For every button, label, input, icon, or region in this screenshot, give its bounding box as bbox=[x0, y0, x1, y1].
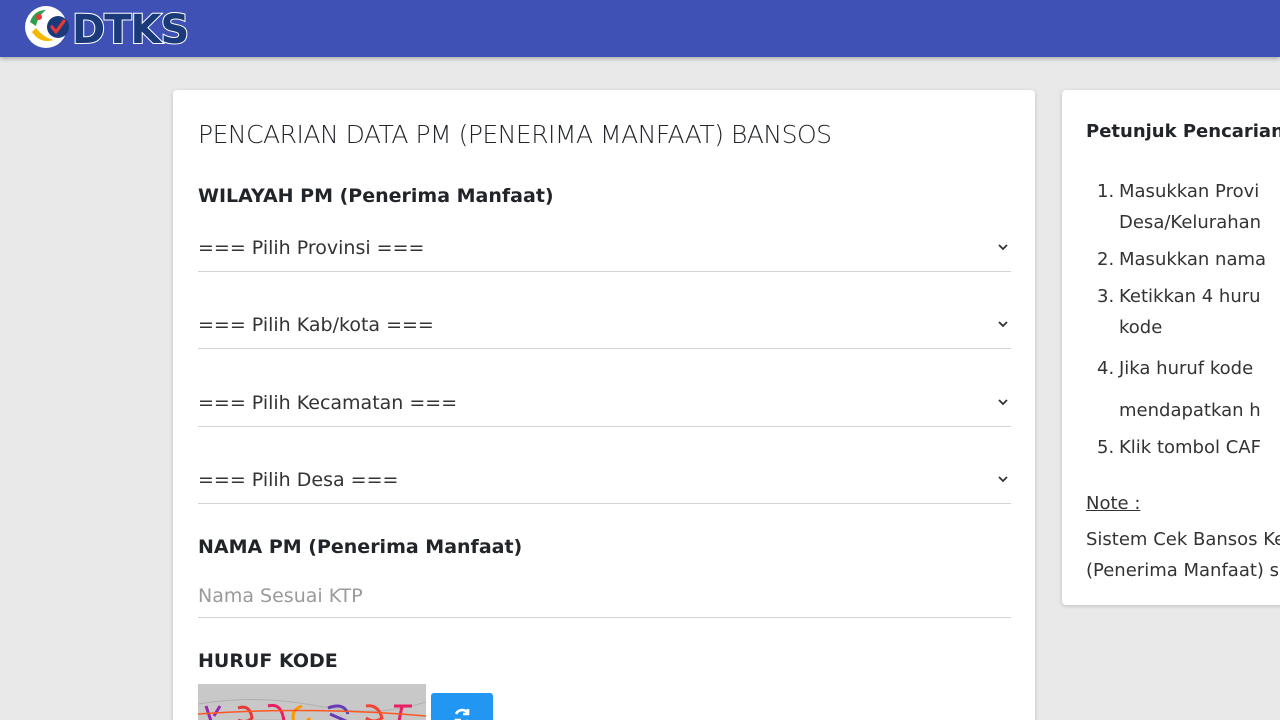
nama-input[interactable] bbox=[198, 585, 1011, 607]
form-title: PENCARIAN DATA PM (PENERIMA MANFAAT) BAN… bbox=[198, 120, 832, 149]
nama-field bbox=[198, 570, 1011, 618]
wilayah-label: WILAYAH PM (Penerima Manfaat) bbox=[198, 185, 554, 207]
list-item: 3. Ketikkan 4 huru kode bbox=[1097, 286, 1261, 338]
refresh-icon bbox=[454, 708, 470, 720]
note-label: Note : bbox=[1086, 493, 1141, 514]
kode-label: HURUF KODE bbox=[198, 650, 338, 672]
captcha-image bbox=[198, 684, 426, 720]
desa-select-value: === Pilih Desa === bbox=[198, 469, 399, 491]
dtks-logo[interactable]: DTKS bbox=[24, 4, 188, 50]
chevron-down-icon bbox=[997, 468, 1009, 487]
top-navbar: DTKS bbox=[0, 0, 1280, 57]
list-item: 1. Masukkan Provi Desa/Kelurahan bbox=[1097, 181, 1262, 233]
chevron-down-icon bbox=[997, 391, 1009, 410]
svg-text:DTKS: DTKS bbox=[72, 7, 188, 50]
chevron-down-icon bbox=[997, 313, 1009, 332]
petunjuk-card: Petunjuk Pencarian 1. Masukkan Provi Des… bbox=[1062, 90, 1280, 605]
kecamatan-select[interactable]: === Pilih Kecamatan === bbox=[198, 379, 1011, 427]
dtks-logo-icon: DTKS bbox=[25, 6, 188, 50]
kabkota-select[interactable]: === Pilih Kab/kota === bbox=[198, 301, 1011, 349]
kabkota-select-value: === Pilih Kab/kota === bbox=[198, 314, 434, 336]
nama-label: NAMA PM (Penerima Manfaat) bbox=[198, 536, 523, 558]
list-item: 4. Jika huruf kode mendapatkan h bbox=[1097, 358, 1261, 421]
captcha-graphic bbox=[198, 684, 426, 720]
note-text: Sistem Cek Bansos Ke (Penerima Manfaat) … bbox=[1086, 529, 1280, 581]
petunjuk-title: Petunjuk Pencarian bbox=[1086, 121, 1280, 142]
provinsi-select-value: === Pilih Provinsi === bbox=[198, 237, 425, 259]
provinsi-select[interactable]: === Pilih Provinsi === bbox=[198, 224, 1011, 272]
desa-select[interactable]: === Pilih Desa === bbox=[198, 456, 1011, 504]
kecamatan-select-value: === Pilih Kecamatan === bbox=[198, 392, 458, 414]
refresh-captcha-button[interactable] bbox=[431, 693, 493, 720]
list-item: 2. Masukkan nama bbox=[1097, 249, 1267, 270]
list-item: 5. Klik tombol CAF bbox=[1097, 437, 1261, 458]
search-form-card: PENCARIAN DATA PM (PENERIMA MANFAAT) BAN… bbox=[173, 90, 1035, 720]
chevron-down-icon bbox=[997, 236, 1009, 255]
petunjuk-steps: 1. Masukkan Provi Desa/Kelurahan 2. Masu… bbox=[1097, 176, 1267, 463]
